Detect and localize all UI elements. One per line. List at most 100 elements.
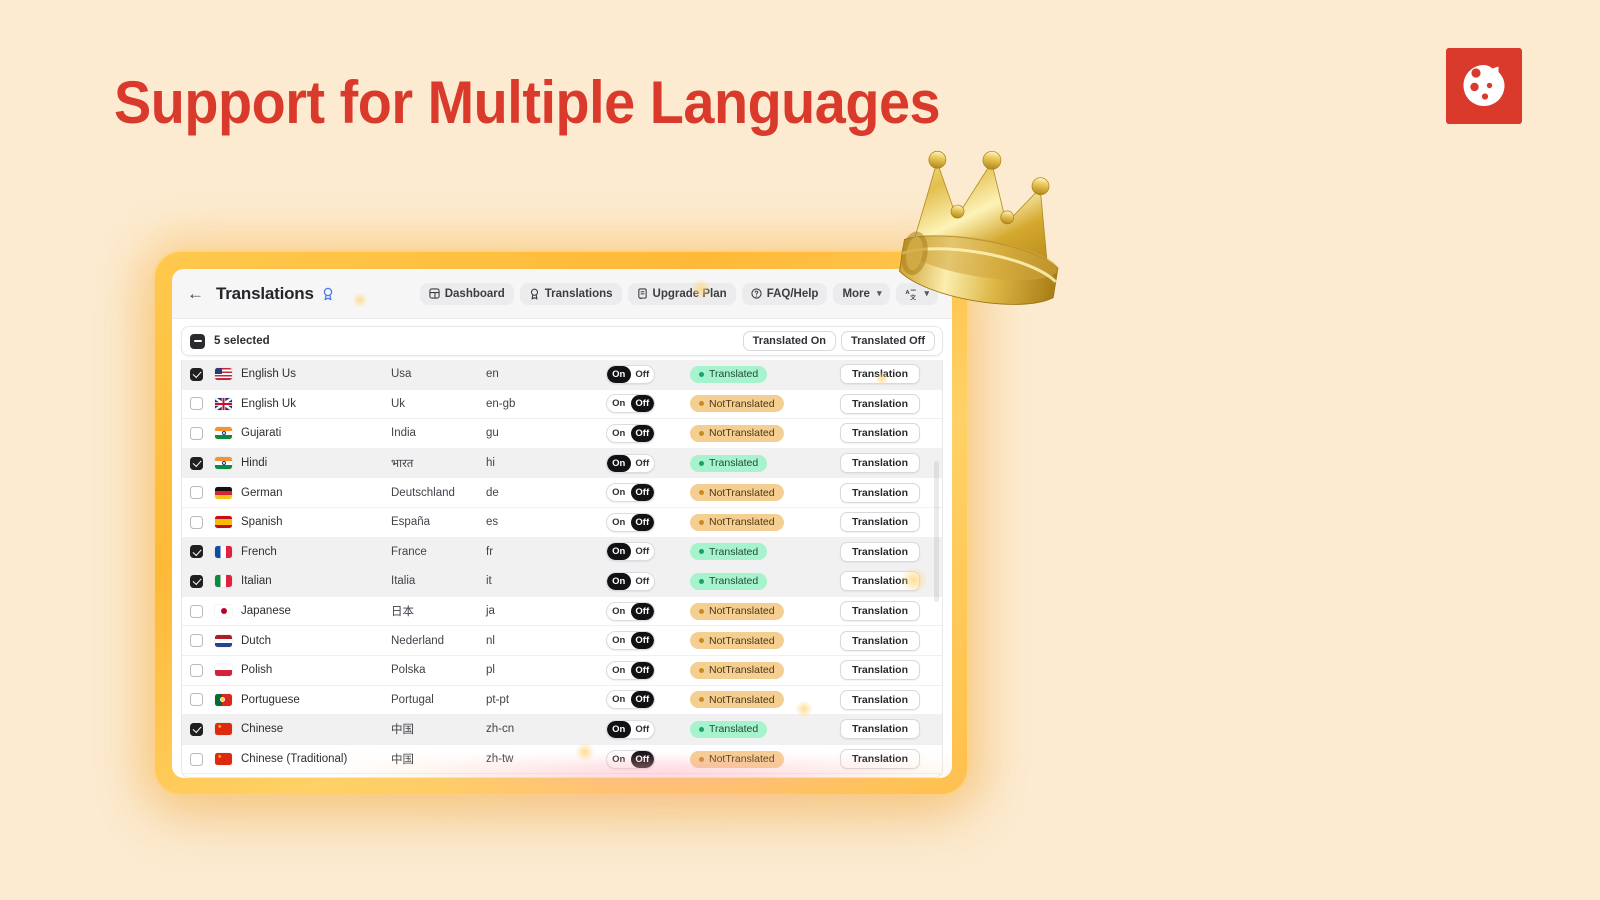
translation-button[interactable]: Translation [839, 423, 920, 444]
scrollbar-thumb[interactable] [934, 461, 939, 602]
toggle-off-segment[interactable]: Off [630, 395, 654, 413]
translation-button[interactable]: Translation [839, 660, 920, 681]
toggle-on-segment[interactable]: On [607, 632, 631, 649]
row-checkbox[interactable] [190, 604, 203, 618]
status-dot-icon [699, 371, 704, 377]
back-button[interactable]: ← [184, 283, 207, 304]
table-row[interactable]: Gujarati India gu On Off NotTranslated Transla… [182, 419, 942, 449]
row-checkbox[interactable] [190, 693, 203, 707]
toggle-off-segment[interactable]: Off [630, 602, 654, 620]
row-checkbox[interactable] [190, 367, 203, 381]
toggle-on-segment[interactable]: On [607, 395, 631, 412]
toggle-on-segment[interactable]: On [607, 662, 631, 679]
toggle-off-segment[interactable]: Off [630, 513, 654, 531]
toggle-on-segment[interactable]: On [607, 454, 631, 472]
toggle-off-segment[interactable]: Off [630, 750, 654, 768]
status-toggle[interactable]: On Off [606, 453, 655, 473]
toggle-off-segment[interactable]: Off [630, 632, 654, 650]
toggle-on-segment[interactable]: On [607, 691, 631, 708]
translation-button[interactable]: Translation [839, 571, 920, 592]
toggle-on-segment[interactable]: On [607, 543, 631, 561]
toggle-on-segment[interactable]: On [607, 484, 631, 501]
toggle-on-segment[interactable]: On [607, 514, 631, 531]
table-row[interactable]: Spanish España es On Off NotTranslated Transla… [182, 507, 942, 538]
status-toggle[interactable]: On Off [606, 690, 655, 710]
toggle-off-segment[interactable]: Off [631, 721, 655, 738]
row-checkbox[interactable] [190, 722, 203, 736]
row-checkbox[interactable] [190, 545, 203, 559]
table-row[interactable]: Japanese 日本 ja On Off NotTranslated Translatio… [182, 596, 942, 627]
status-toggle[interactable]: On Off [606, 660, 655, 680]
nav-language-switcher[interactable]: A文 ▾ [896, 282, 938, 305]
status-toggle[interactable]: On Off [606, 394, 655, 414]
toggle-on-segment[interactable]: On [607, 572, 631, 590]
toggle-on-segment[interactable]: On [607, 603, 631, 620]
toggle-on-segment[interactable]: On [607, 751, 631, 768]
toggle-off-segment[interactable]: Off [630, 424, 654, 442]
table-row[interactable]: English Uk Uk en-gb On Off NotTranslated Trans… [182, 389, 942, 420]
status-toggle[interactable]: On Off [606, 631, 655, 651]
translation-button[interactable]: Translation [839, 364, 920, 385]
translation-button[interactable]: Translation [839, 393, 920, 414]
status-toggle[interactable]: On Off [606, 719, 655, 739]
status-toggle[interactable]: On Off [606, 483, 655, 503]
nav-faq-help[interactable]: FAQ/Help [741, 282, 828, 305]
status-toggle[interactable]: On Off [606, 749, 655, 769]
status-toggle[interactable]: On Off [606, 512, 655, 532]
toggle-off-segment[interactable]: Off [630, 661, 654, 679]
translation-button[interactable]: Translation [839, 719, 920, 740]
toggle-off-segment[interactable]: Off [631, 455, 655, 472]
toggle-on-segment[interactable]: On [607, 720, 631, 738]
table-row[interactable]: German Deutschland de On Off NotTranslated Tra… [182, 478, 942, 508]
toggle-off-segment[interactable]: Off [630, 691, 654, 709]
table-row[interactable]: English Us Usa en On Off Translated Translatio… [182, 360, 942, 390]
flag-icon [215, 427, 232, 440]
translation-button[interactable]: Translation [839, 601, 920, 622]
nav-more[interactable]: More ▾ [833, 282, 891, 305]
row-checkbox[interactable] [190, 752, 203, 766]
row-checkbox[interactable] [190, 486, 203, 500]
table-row[interactable]: Polish Polska pl On Off NotTranslated Translat… [182, 655, 942, 686]
row-checkbox[interactable] [190, 663, 203, 677]
table-row[interactable]: French France fr On Off Translated Translation [182, 537, 942, 568]
toggle-off-segment[interactable]: Off [631, 543, 655, 560]
table-row[interactable]: Dutch Nederland nl On Off NotTranslated Transl… [182, 626, 942, 656]
table-row[interactable]: Italian Italia it On Off Translated Translatio… [182, 567, 942, 597]
translation-button[interactable]: Translation [839, 749, 920, 770]
filter-translated-on[interactable]: Translated On [742, 331, 837, 351]
table-row[interactable]: ★ Chinese (Traditional) 中国 zh-tw On Off NotTra… [182, 744, 942, 775]
select-all-checkbox[interactable] [190, 333, 205, 349]
row-checkbox[interactable] [190, 574, 203, 588]
table-row[interactable]: ★ Chinese 中国 zh-cn On Off Translated Translatio… [182, 715, 942, 745]
row-checkbox[interactable] [190, 456, 203, 470]
translation-button[interactable]: Translation [839, 541, 920, 562]
status-toggle[interactable]: On Off [606, 364, 655, 384]
table-row[interactable]: Hindi भारत hi On Off Translated Translation [182, 448, 942, 479]
table-row[interactable]: Portuguese Portugal pt-pt On Off NotTranslate… [182, 685, 942, 716]
toggle-on-segment[interactable]: On [607, 425, 631, 442]
status-toggle[interactable]: On Off [606, 423, 655, 443]
row-checkbox[interactable] [190, 397, 203, 411]
nav-dashboard[interactable]: Dashboard [419, 282, 514, 305]
translation-button[interactable]: Translation [839, 482, 920, 503]
nav-translations[interactable]: Translations [519, 282, 622, 305]
status-toggle[interactable]: On Off [606, 601, 655, 621]
toggle-off-segment[interactable]: Off [630, 484, 654, 502]
toggle-off-segment[interactable]: Off [631, 366, 655, 383]
translation-button[interactable]: Translation [839, 630, 920, 651]
translation-button[interactable]: Translation [839, 512, 920, 533]
toggle-off-segment[interactable]: Off [631, 573, 655, 590]
nav-upgrade-plan[interactable]: Upgrade Plan [627, 282, 736, 305]
row-checkbox[interactable] [190, 634, 203, 648]
status-toggle[interactable]: On Off [606, 542, 655, 562]
translation-button[interactable]: Translation [839, 689, 920, 710]
translation-button[interactable]: Translation [839, 453, 920, 474]
status-toggle[interactable]: On Off [606, 571, 655, 591]
toggle-on-segment[interactable]: On [607, 365, 631, 383]
row-checkbox[interactable] [190, 426, 203, 440]
row-checkbox[interactable] [190, 515, 203, 529]
language-name: Dutch [241, 634, 272, 647]
filter-translated-off[interactable]: Translated Off [841, 331, 935, 351]
country-native: Usa [391, 368, 412, 381]
table-scrollbar[interactable] [934, 362, 939, 775]
